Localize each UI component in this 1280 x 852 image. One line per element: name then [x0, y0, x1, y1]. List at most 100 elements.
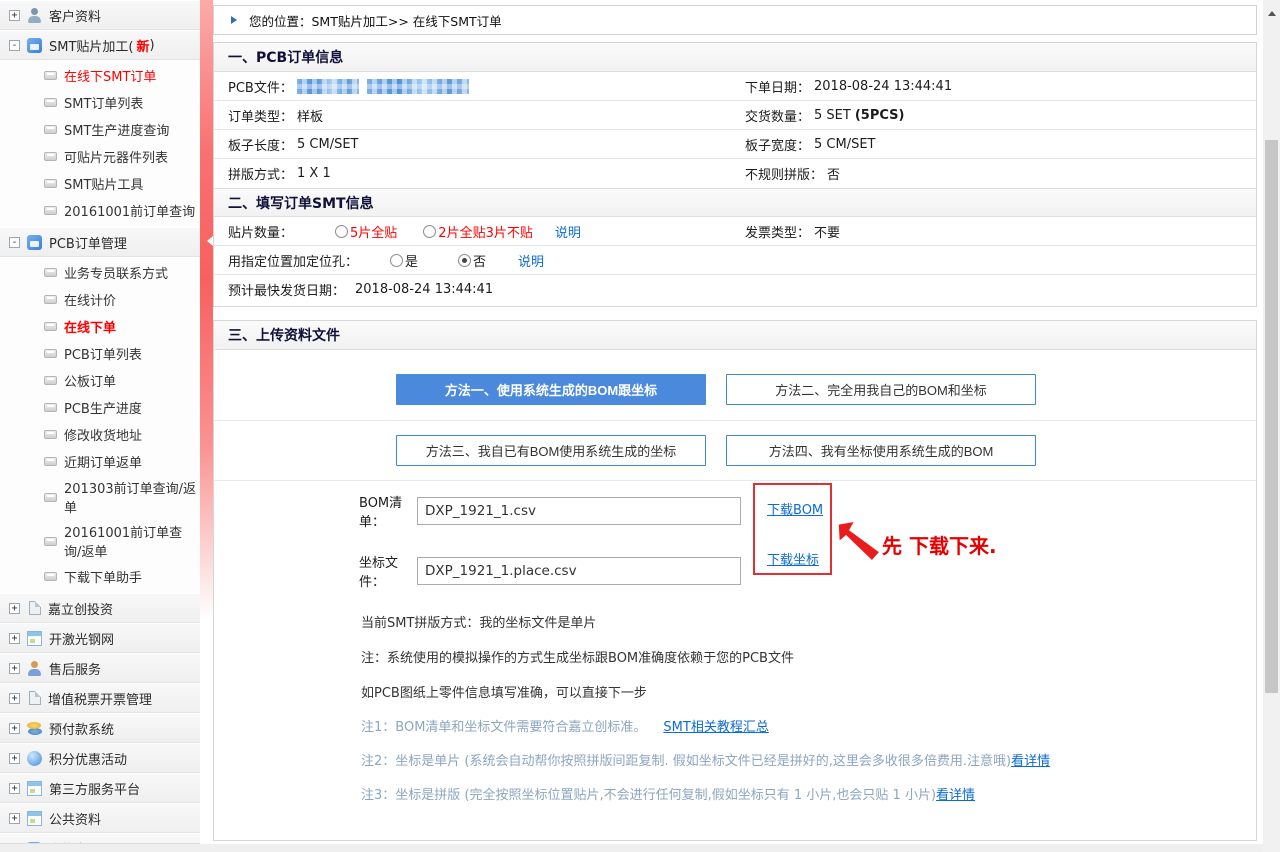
sidebar-group-9[interactable]: + 第三方服务平台	[0, 773, 200, 803]
sidebar-item-label: 在线下单	[64, 317, 116, 336]
sidebar-item-label: 近期订单返单	[64, 452, 142, 471]
sidebar-item[interactable]: 在线计价	[0, 286, 200, 313]
method-2-button[interactable]: 方法二、完全用我自己的BOM和坐标	[726, 374, 1036, 405]
field-label: 拼版方式：	[228, 164, 293, 183]
sidebar-item[interactable]: 修改收货地址	[0, 421, 200, 448]
menu-item-icon	[44, 376, 57, 385]
menu-item-icon	[44, 403, 57, 412]
qty-option1-radio[interactable]	[335, 225, 348, 238]
sidebar-group-label: PCB订单管理	[49, 233, 127, 252]
vertical-scrollbar[interactable]	[1263, 0, 1280, 852]
sidebar-item[interactable]: SMT贴片工具	[0, 170, 200, 197]
sidebar-menu: +客户资料-SMT贴片加工(新) 在线下SMT订单 SMT订单列表SMT生产进度查询…	[0, 0, 200, 844]
sidebar-item[interactable]: 201303前订单查询/返单	[0, 475, 200, 519]
sidebar-item[interactable]: SMT生产进度查询	[0, 116, 200, 143]
collapse-icon[interactable]: -	[9, 40, 20, 51]
sidebar-group-8[interactable]: +积分优惠活动	[0, 743, 200, 773]
hole-yes-radio[interactable]	[390, 254, 403, 267]
sidebar-group-7[interactable]: +预付款系统	[0, 713, 200, 743]
field-value-bold: (5PCS)	[855, 108, 905, 123]
sidebar-item-label: 公板订单	[64, 371, 116, 390]
note-link[interactable]: 看详情	[1011, 754, 1050, 769]
sidebar-item-label: 在线下SMT订单	[64, 66, 156, 85]
expand-icon[interactable]: +	[9, 753, 20, 764]
info-line: 注：系统使用的模拟操作的方式生成坐标跟BOM准确度依赖于您的PCB文件	[361, 647, 1256, 666]
scrollbar-thumb[interactable]	[1265, 140, 1278, 693]
qty-option2-radio[interactable]	[423, 225, 436, 238]
sidebar-item[interactable]: SMT订单列表	[0, 89, 200, 116]
download-coord-link[interactable]: 下载坐标	[767, 549, 819, 568]
menu-item-icon	[44, 179, 57, 188]
expand-icon[interactable]: +	[9, 633, 20, 644]
doc-icon	[29, 601, 41, 615]
sidebar-item[interactable]: 业务专员联系方式	[0, 259, 200, 286]
bom-file-input[interactable]	[417, 497, 741, 525]
expand-icon[interactable]: +	[9, 663, 20, 674]
expand-icon[interactable]: +	[9, 693, 20, 704]
sidebar-item[interactable]: 20161001前订单查询	[0, 197, 200, 224]
breadcrumb-text: 您的位置：SMT贴片加工>> 在线下SMT订单	[249, 11, 502, 30]
method-buttons-row1: 方法一、使用系统生成的BOM跟坐标方法二、完全用我自己的BOM和坐标	[396, 374, 1256, 405]
method-4-button[interactable]: 方法四、我有坐标使用系统生成的BOM	[726, 435, 1036, 466]
sidebar-item[interactable]: 在线下SMT订单	[0, 62, 200, 89]
locating-hole-row: 用指定位置加定位孔： 是 否 说明	[214, 246, 1256, 275]
sidebar-item[interactable]: 在线下单	[0, 313, 200, 340]
sidebar-item[interactable]: 20161001前订单查询/返单	[0, 519, 200, 563]
sidebar-group-1[interactable]: -SMT贴片加工(新)	[0, 30, 200, 60]
annotation-text: 先 下载下来.	[882, 530, 997, 559]
expand-icon[interactable]: +	[9, 813, 20, 824]
sidebar-group-2[interactable]: - PCB订单管理	[0, 227, 200, 257]
coord-file-input[interactable]	[417, 557, 741, 585]
method-3-button[interactable]: 方法三、我自已有BOM使用系统生成的坐标	[396, 435, 706, 466]
expand-icon[interactable]: +	[9, 10, 20, 21]
ball-icon	[27, 751, 42, 766]
sidebar-group-0[interactable]: +客户资料	[0, 0, 200, 30]
smt-qty-row: 贴片数量： 5片全贴 2片全贴3片不贴 说明 发票类型： 不要	[214, 217, 1256, 246]
sidebar-item[interactable]: 可贴片元器件列表	[0, 143, 200, 170]
sidebar-item[interactable]: PCB生产进度	[0, 394, 200, 421]
sidebar-group-label: 第三方服务平台	[49, 779, 140, 798]
note-link[interactable]: SMT相关教程汇总	[663, 720, 768, 735]
sidebar-group-3[interactable]: +嘉立创投资	[0, 593, 200, 623]
info-line: 当前SMT拼版方式：我的坐标文件是单片	[361, 612, 1256, 631]
window-icon	[27, 781, 42, 796]
horizontal-scrollbar[interactable]	[0, 844, 1263, 852]
sidebar-item[interactable]: 下载下单助手	[0, 563, 200, 590]
method-buttons-row2: 方法三、我自已有BOM使用系统生成的坐标方法四、我有坐标使用系统生成的BOM	[396, 435, 1256, 466]
ship-date-label: 预计最快发货日期：	[228, 280, 345, 299]
sidebar-item[interactable]: 公板订单	[0, 367, 200, 394]
sidebar-group-10[interactable]: +公共资料	[0, 803, 200, 833]
coord-row: 坐标文件：	[214, 552, 1256, 590]
sidebar-collapse-handle[interactable]	[200, 0, 213, 620]
expand-icon[interactable]: +	[9, 723, 20, 734]
sidebar-group-4[interactable]: +开激光钢网	[0, 623, 200, 653]
menu-item-icon	[44, 71, 57, 80]
doc-icon	[29, 691, 41, 705]
sidebar-group-11[interactable]: +我的桌面	[0, 833, 200, 844]
note-line: 注1：BOM清单和坐标文件需要符合嘉立创标准。SMT相关教程汇总	[361, 716, 1256, 735]
expand-icon[interactable]: +	[9, 783, 20, 794]
qty-help-link[interactable]: 说明	[555, 222, 581, 241]
hole-no-radio[interactable]	[458, 254, 471, 267]
bom-row: BOM清单：	[214, 492, 1256, 530]
app-icon	[27, 235, 42, 250]
note-link[interactable]: 看详情	[936, 788, 975, 803]
note-line: 注2：坐标是单片 (系统会自动帮你按照拼版间距复制. 假如坐标文件已经是拼好的,…	[361, 750, 1256, 769]
menu-item-icon	[44, 206, 57, 215]
sidebar-item[interactable]: 近期订单返单	[0, 448, 200, 475]
sidebar-item[interactable]: PCB订单列表	[0, 340, 200, 367]
expand-icon[interactable]: +	[9, 603, 20, 614]
note-text: 注2：坐标是单片 (系统会自动帮你按照拼版间距复制. 假如坐标文件已经是拼好的,…	[361, 754, 1011, 769]
sidebar-group-6[interactable]: +增值税票开票管理	[0, 683, 200, 713]
hole-help-link[interactable]: 说明	[518, 251, 544, 270]
sidebar-group-5[interactable]: +售后服务	[0, 653, 200, 683]
censored-pcb-filename	[297, 79, 469, 94]
sidebar-item-label: 201303前订单查询/返单	[64, 478, 196, 516]
method-1-button[interactable]: 方法一、使用系统生成的BOM跟坐标	[396, 374, 706, 405]
order-info-box: 一、PCB订单信息 PCB文件：下单日期：2018-08-24 13:44:41…	[213, 42, 1257, 307]
field-value: 否	[827, 164, 840, 183]
app-icon	[27, 38, 42, 53]
ship-date-value: 2018-08-24 13:44:41	[355, 282, 493, 297]
download-bom-link[interactable]: 下载BOM	[767, 499, 823, 518]
collapse-icon[interactable]: -	[9, 237, 20, 248]
